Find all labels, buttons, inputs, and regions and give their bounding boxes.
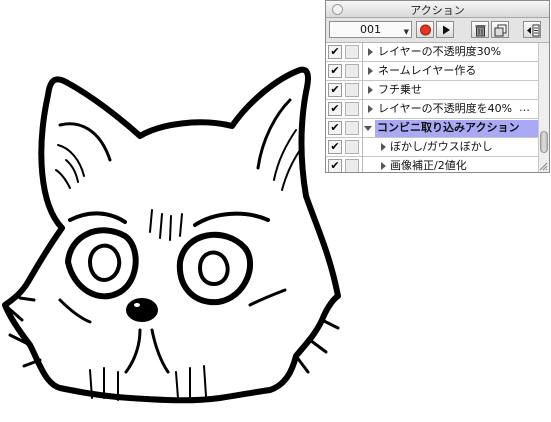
panel-menu-button[interactable]	[523, 21, 541, 38]
action-list: ✔ レイヤーの不透明度30% ✔ ネームレイヤー作る ✔ フチ乗せ ✔ レイヤー…	[326, 43, 549, 172]
action-label: フチ乗せ	[378, 83, 422, 96]
panel-titlebar[interactable]: アクション	[326, 1, 549, 18]
panel-menu-icon	[527, 24, 540, 37]
toggle-checkbox[interactable]: ✔	[328, 45, 342, 59]
toggle-checkbox[interactable]: ✔	[328, 83, 342, 97]
record-icon	[420, 24, 431, 36]
panel-toolbar: 001 ▼	[326, 18, 549, 43]
vertical-scrollbar[interactable]	[538, 43, 549, 172]
expand-arrow-icon[interactable]	[368, 105, 373, 113]
ellipsis: …	[519, 101, 530, 114]
toggle-checkbox[interactable]: ✔	[328, 140, 342, 154]
dialog-toggle[interactable]	[345, 159, 359, 172]
expand-arrow-icon[interactable]	[368, 67, 373, 75]
action-row[interactable]: ✔ レイヤーの不透明度30%	[326, 43, 538, 62]
action-row[interactable]: ✔ フチ乗せ	[326, 81, 538, 100]
new-action-icon	[494, 24, 507, 37]
play-icon	[443, 25, 450, 35]
expand-arrow-icon[interactable]	[381, 162, 386, 170]
trash-icon	[475, 25, 486, 37]
expand-arrow-icon[interactable]	[368, 48, 373, 56]
action-label: 画像補正/2値化	[390, 159, 467, 172]
action-row[interactable]: ✔ レイヤーの不透明度を40% …	[326, 100, 538, 119]
toggle-checkbox[interactable]: ✔	[328, 159, 342, 172]
action-step-row[interactable]: ✔ ぼかし/ガウスぼかし	[326, 138, 538, 157]
dialog-toggle[interactable]	[345, 102, 359, 116]
toggle-checkbox[interactable]: ✔	[328, 64, 342, 78]
action-set-row-selected[interactable]: ✔ コンビニ取り込みアクション	[326, 119, 538, 138]
play-button[interactable]	[436, 21, 454, 38]
expand-arrow-icon[interactable]	[381, 143, 386, 151]
dialog-toggle[interactable]	[345, 121, 359, 135]
action-label: レイヤーの不透明度を40%	[378, 102, 513, 115]
actions-panel: アクション 001 ▼ ✔ レイヤーの不透明度30% ✔ ネームレイヤー作る ✔…	[325, 0, 550, 173]
resize-grip-icon[interactable]	[539, 162, 548, 171]
new-action-button[interactable]	[491, 21, 509, 38]
action-set-label: 001	[360, 23, 381, 36]
collapse-arrow-icon[interactable]	[364, 126, 372, 131]
action-label: ネームレイヤー作る	[378, 64, 477, 77]
action-step-row[interactable]: ✔ 画像補正/2値化	[326, 157, 538, 172]
panel-title: アクション	[410, 4, 465, 17]
toggle-checkbox[interactable]: ✔	[328, 121, 342, 135]
action-label: ぼかし/ガウスぼかし	[390, 140, 493, 153]
action-label: レイヤーの不透明度30%	[378, 45, 502, 58]
dialog-toggle[interactable]	[345, 140, 359, 154]
dialog-toggle[interactable]	[345, 83, 359, 97]
dialog-toggle[interactable]	[345, 45, 359, 59]
dialog-toggle[interactable]	[345, 64, 359, 78]
action-set-select[interactable]: 001 ▼	[329, 21, 412, 38]
toggle-checkbox[interactable]: ✔	[328, 102, 342, 116]
chevron-down-icon: ▼	[403, 28, 409, 36]
scroll-thumb[interactable]	[540, 131, 548, 153]
record-button[interactable]	[416, 21, 434, 38]
delete-button[interactable]	[471, 21, 489, 38]
action-label: コンビニ取り込みアクション	[377, 121, 520, 134]
action-row[interactable]: ✔ ネームレイヤー作る	[326, 62, 538, 81]
expand-arrow-icon[interactable]	[368, 86, 373, 94]
